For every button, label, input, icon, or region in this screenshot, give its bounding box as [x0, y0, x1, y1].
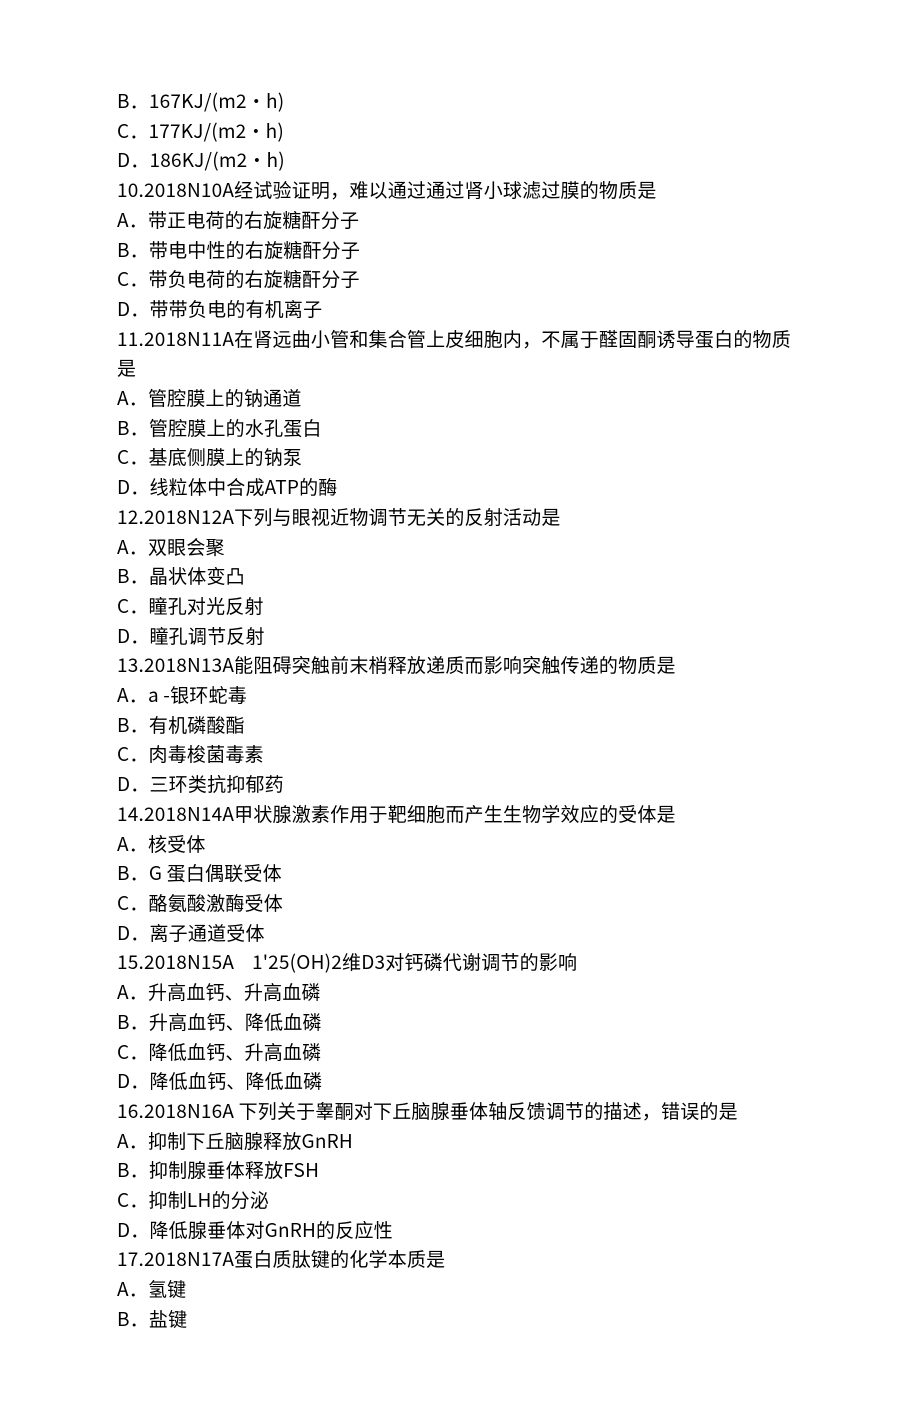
- text-line: A．氢键: [117, 1274, 803, 1304]
- text-line: C．降低血钙、升高血磷: [117, 1037, 803, 1067]
- text-line: A．抑制下丘脑腺释放GnRH: [117, 1126, 803, 1156]
- text-line: B．抑制腺垂体释放FSH: [117, 1155, 803, 1185]
- text-line: C．基底侧膜上的钠泵: [117, 442, 803, 472]
- text-line: 13.2018N13A能阻碍突触前末梢释放递质而影响突触传递的物质是: [117, 650, 803, 680]
- text-line: D．降低腺垂体对GnRH的反应性: [117, 1215, 803, 1245]
- text-line: A．管腔膜上的钠通道: [117, 383, 803, 413]
- text-line: B．升高血钙、降低血磷: [117, 1007, 803, 1037]
- text-line: D．瞳孔调节反射: [117, 621, 803, 651]
- text-line: 15.2018N15A 1'25(OH)2维D3对钙磷代谢调节的影响: [117, 947, 803, 977]
- text-line: D．降低血钙、降低血磷: [117, 1066, 803, 1096]
- text-line: C．瞳孔对光反射: [117, 591, 803, 621]
- text-line: B．G 蛋白偶联受体: [117, 858, 803, 888]
- text-line: D．186KJ/(m2·h): [117, 145, 803, 175]
- text-line: A．a -银环蛇毒: [117, 680, 803, 710]
- text-line: D．线粒体中合成ATP的酶: [117, 472, 803, 502]
- text-line: C．肉毒梭菌毒素: [117, 739, 803, 769]
- text-line: A．双眼会聚: [117, 532, 803, 562]
- document-page: B．167KJ/(m2·h)C．177KJ/(m2·h)D．186KJ/(m2·…: [0, 0, 920, 1420]
- text-line: 14.2018N14A甲状腺激素作用于靶细胞而产生生物学效应的受体是: [117, 799, 803, 829]
- text-line: A．升高血钙、升高血磷: [117, 977, 803, 1007]
- text-line: A．核受体: [117, 829, 803, 859]
- text-line: A．带正电荷的右旋糖酐分子: [117, 205, 803, 235]
- text-line: 10.2018N10A经试验证明，难以通过通过肾小球滤过膜的物质是: [117, 175, 803, 205]
- text-line: 12.2018N12A下列与眼视近物调节无关的反射活动是: [117, 502, 803, 532]
- text-line: C．抑制LH的分泌: [117, 1185, 803, 1215]
- text-line: D．三环类抗抑郁药: [117, 769, 803, 799]
- text-line: B．带电中性的右旋糖酐分子: [117, 235, 803, 265]
- text-line: C．酪氨酸激酶受体: [117, 888, 803, 918]
- text-line: 16.2018N16A 下列关于睾酮对下丘脑腺垂体轴反馈调节的描述，错误的是: [117, 1096, 803, 1126]
- text-line: D．离子通道受体: [117, 918, 803, 948]
- text-line: 17.2018N17A蛋白质肽键的化学本质是: [117, 1244, 803, 1274]
- text-line: B．管腔膜上的水孔蛋白: [117, 413, 803, 443]
- text-line: C．带负电荷的右旋糖酐分子: [117, 264, 803, 294]
- text-line: D．带带负电的有机离子: [117, 294, 803, 324]
- text-line: B．盐键: [117, 1304, 803, 1334]
- text-line: B．晶状体变凸: [117, 561, 803, 591]
- text-line: 11.2018N11A在肾远曲小管和集合管上皮细胞内，不属于醛固酮诱导蛋白的物质…: [117, 324, 803, 383]
- text-line: B．167KJ/(m2·h): [117, 86, 803, 116]
- text-line: C．177KJ/(m2·h): [117, 116, 803, 146]
- text-line: B．有机磷酸酯: [117, 710, 803, 740]
